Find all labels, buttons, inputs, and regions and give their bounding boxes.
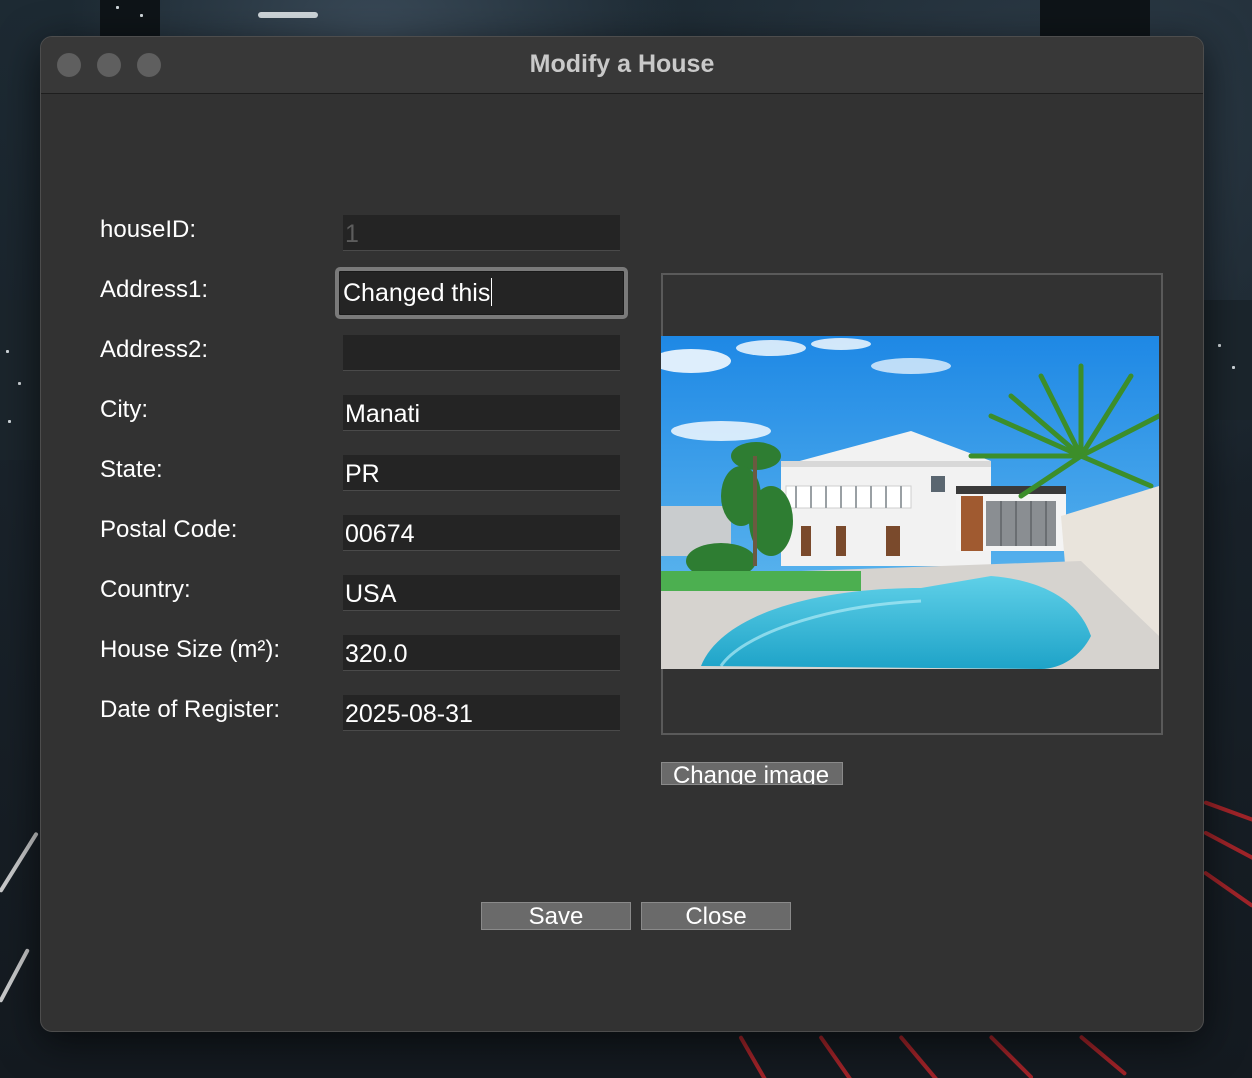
save-button[interactable]: Save — [481, 902, 631, 930]
change-image-button[interactable]: Change image — [661, 762, 843, 785]
house-size-value: 320.0 — [345, 640, 408, 668]
house-size-label: House Size (m²): — [100, 636, 281, 663]
address1-field[interactable]: Changed this — [335, 267, 628, 319]
date-of-register-value: 2025-08-31 — [345, 700, 473, 728]
address1-value: Changed this — [343, 279, 491, 307]
address2-label: Address2: — [100, 336, 209, 363]
country-field[interactable]: USA — [343, 575, 620, 611]
building-silhouette — [100, 0, 160, 40]
modify-house-window: Modify a House houseID: Address1: Addres… — [40, 36, 1204, 1032]
houseid-value: 1 — [345, 220, 359, 248]
close-button[interactable]: Close — [641, 902, 791, 930]
date-of-register-field[interactable]: 2025-08-31 — [343, 695, 620, 731]
address1-label: Address1: — [100, 276, 209, 303]
window-title: Modify a House — [529, 50, 715, 78]
city-field[interactable]: Manati — [343, 395, 620, 431]
city-value: Manati — [345, 400, 421, 428]
state-label: State: — [100, 456, 163, 483]
house-size-field[interactable]: 320.0 — [343, 635, 620, 671]
city-label: City: — [100, 396, 148, 423]
text-cursor — [491, 278, 493, 307]
houseid-label: houseID: — [100, 216, 197, 243]
date-of-register-label: Date of Register: — [100, 696, 281, 723]
state-value: PR — [345, 460, 380, 488]
house-photo — [661, 336, 1159, 669]
state-field[interactable]: PR — [343, 455, 620, 491]
building-silhouette — [1204, 300, 1252, 420]
postal-code-value: 00674 — [345, 520, 415, 548]
country-value: USA — [345, 580, 397, 608]
country-label: Country: — [100, 576, 191, 603]
postal-code-label: Postal Code: — [100, 516, 238, 543]
title-bar[interactable]: Modify a House — [41, 37, 1203, 94]
postal-code-field[interactable]: 00674 — [343, 515, 620, 551]
address2-field[interactable] — [343, 335, 620, 371]
building-silhouette — [1040, 0, 1150, 36]
houseid-field: 1 — [343, 215, 620, 251]
building-silhouette — [0, 300, 40, 460]
